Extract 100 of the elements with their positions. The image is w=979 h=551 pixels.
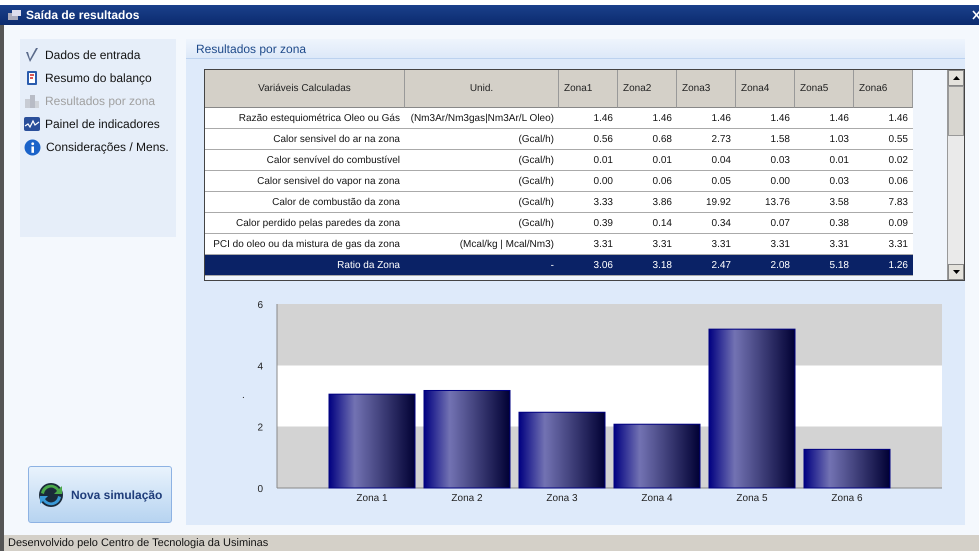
table-cell: 1.58: [736, 129, 795, 150]
column-header[interactable]: Zona1: [559, 70, 618, 108]
table-cell: 3.31: [795, 234, 854, 255]
table-cell: 0.68: [618, 129, 677, 150]
line-chart-icon: [24, 116, 40, 132]
table-cell: 1.46: [736, 108, 795, 129]
table-cell: 1.46: [795, 108, 854, 129]
x-tick-label: Zona 6: [831, 493, 863, 504]
table-cell: (Gcal/h): [405, 192, 559, 213]
buildings-icon: [24, 93, 40, 109]
table-cell: 1.46: [618, 108, 677, 129]
sidebar-item[interactable]: Resumo do balanço: [24, 68, 172, 88]
table-row[interactable]: Calor sensivel do vapor na zona (Gcal/h) 0.00 0.06 0.05 0.00 0.03 0.06: [205, 171, 916, 192]
down-arrow-icon[interactable]: [952, 270, 960, 274]
table-cell: 1.26: [854, 255, 913, 276]
table-cell: 0.56: [559, 129, 618, 150]
table-row[interactable]: Ratio da Zona - 3.06 3.18 2.47 2.08 5.18 1.26: [205, 255, 916, 276]
table-cell: (Gcal/h): [405, 213, 559, 234]
table-cell: PCI do oleo ou da mistura de gas da zona: [205, 234, 405, 255]
table-cell: 13.76: [736, 192, 795, 213]
table-cell: 2.47: [677, 255, 736, 276]
table-cell: 19.92: [677, 192, 736, 213]
table-cell: Razão estequiométrica Oleo ou Gás: [205, 108, 405, 129]
table-row[interactable]: Calor sensivel do ar na zona (Gcal/h) 0.56 0.68 2.73 1.58 1.03 0.55: [205, 129, 916, 150]
table-cell: 3.31: [559, 234, 618, 255]
column-header[interactable]: Variáveis Calculadas: [205, 70, 405, 108]
x-tick-label: Zona 2: [451, 493, 483, 504]
table-cell: 1.46: [559, 108, 618, 129]
table-cell: 3.33: [559, 192, 618, 213]
table-cell: 0.39: [559, 213, 618, 234]
refresh-icon: [37, 480, 65, 508]
x-tick-label: Zona 3: [546, 493, 578, 504]
x-tick-label: Zona 1: [356, 493, 388, 504]
table-cell: 0.03: [736, 150, 795, 171]
table-cell: 0.06: [618, 171, 677, 192]
table-cell: 0.34: [677, 213, 736, 234]
sidebar-item[interactable]: Dados de entrada: [24, 45, 172, 65]
up-arrow-icon[interactable]: [952, 76, 960, 80]
table-cell: 0.00: [559, 171, 618, 192]
table-cell: Calor sensivel do vapor na zona: [205, 171, 405, 192]
table-row[interactable]: Calor senvível do combustível (Gcal/h) 0.01 0.01 0.04 0.03 0.01 0.02: [205, 150, 916, 171]
table-cell: 2.08: [736, 255, 795, 276]
x-tick-label: Zona 5: [736, 493, 768, 504]
x-tick-label: Zona 4: [641, 493, 673, 504]
table-cell: 0.09: [854, 213, 913, 234]
table-cell: 0.01: [559, 150, 618, 171]
table-row[interactable]: Calor perdido pelas paredes da zona (Gcal/h) 0.39 0.14 0.34 0.07 0.38 0.09: [205, 213, 916, 234]
status-bar: Desenvolvido pelo Centro de Tecnologia da Usiminas: [0, 535, 979, 551]
table-cell: (Gcal/h): [405, 150, 559, 171]
column-header[interactable]: Zona3: [677, 70, 736, 108]
table-cell: Calor sensivel do ar na zona: [205, 129, 405, 150]
table-cell: 0.02: [854, 150, 913, 171]
table-cell: 0.03: [795, 171, 854, 192]
table-cell: 3.31: [854, 234, 913, 255]
table-cell: (Mcal/kg | Mcal/Nm3): [405, 234, 559, 255]
new-simulation-button[interactable]: Nova simulação: [28, 466, 172, 523]
table-cell: (Nm3Ar/Nm3gas|Nm3Ar/L Oleo): [405, 108, 559, 129]
table-cell: 1.03: [795, 129, 854, 150]
y-axis-label: .: [242, 390, 245, 401]
table-cell: 0.55: [854, 129, 913, 150]
table-cell: 3.18: [618, 255, 677, 276]
sidebar-item[interactable]: Painel de indicadores: [24, 114, 172, 134]
table-cell: 0.07: [736, 213, 795, 234]
table-cell: 0.14: [618, 213, 677, 234]
table-row[interactable]: Calor de combustão da zona (Gcal/h) 3.33 3.86 19.92 13.76 3.58 7.83: [205, 192, 916, 213]
table-cell: 0.04: [677, 150, 736, 171]
column-header[interactable]: Zona5: [795, 70, 854, 108]
y-tick-label: 0: [257, 484, 263, 495]
table-cell: 0.05: [677, 171, 736, 192]
table-cell: 0.00: [736, 171, 795, 192]
table-cell: 3.31: [618, 234, 677, 255]
panel-title: Resultados por zona: [186, 39, 965, 59]
table-row[interactable]: Razão estequiométrica Oleo ou Gás (Nm3Ar/Nm3gas|Nm3Ar/L Oleo) 1.46 1.46 1.46 1.46 1.46 1.46: [205, 108, 916, 129]
clipboard-icon: [24, 70, 40, 86]
column-header[interactable]: Unid.: [405, 70, 559, 108]
column-header[interactable]: Zona4: [736, 70, 795, 108]
table-row[interactable]: PCI do oleo ou da mistura de gas da zona (Mcal/kg | Mcal/Nm3) 3.31 3.31 3.31 3.31 3.31 3.31: [205, 234, 916, 255]
table-cell: -: [405, 255, 559, 276]
y-tick-label: 2: [257, 422, 263, 434]
table-cell: 3.86: [618, 192, 677, 213]
y-tick-label: 4: [257, 361, 263, 372]
pen-icon: [24, 47, 40, 63]
table-cell: Ratio da Zona: [205, 255, 405, 276]
scrollbar-thumb[interactable]: [948, 86, 964, 136]
table-cell: 0.01: [618, 150, 677, 171]
window-icon: [8, 9, 22, 21]
table-cell: (Gcal/h): [405, 171, 559, 192]
table-cell: 3.58: [795, 192, 854, 213]
column-header[interactable]: Zona2: [618, 70, 677, 108]
table-cell: 0.38: [795, 213, 854, 234]
table-cell: Calor senvível do combustível: [205, 150, 405, 171]
table-cell: Calor de combustão da zona: [205, 192, 405, 213]
table-cell: 3.31: [677, 234, 736, 255]
table-cell: 5.18: [795, 255, 854, 276]
table-cell: 7.83: [854, 192, 913, 213]
column-header[interactable]: Zona6: [854, 70, 913, 108]
sidebar-item[interactable]: Considerações / Mens.: [24, 137, 172, 157]
close-icon[interactable]: [972, 9, 979, 21]
table-cell: Calor perdido pelas paredes da zona: [205, 213, 405, 234]
scrollbar[interactable]: [947, 70, 964, 280]
